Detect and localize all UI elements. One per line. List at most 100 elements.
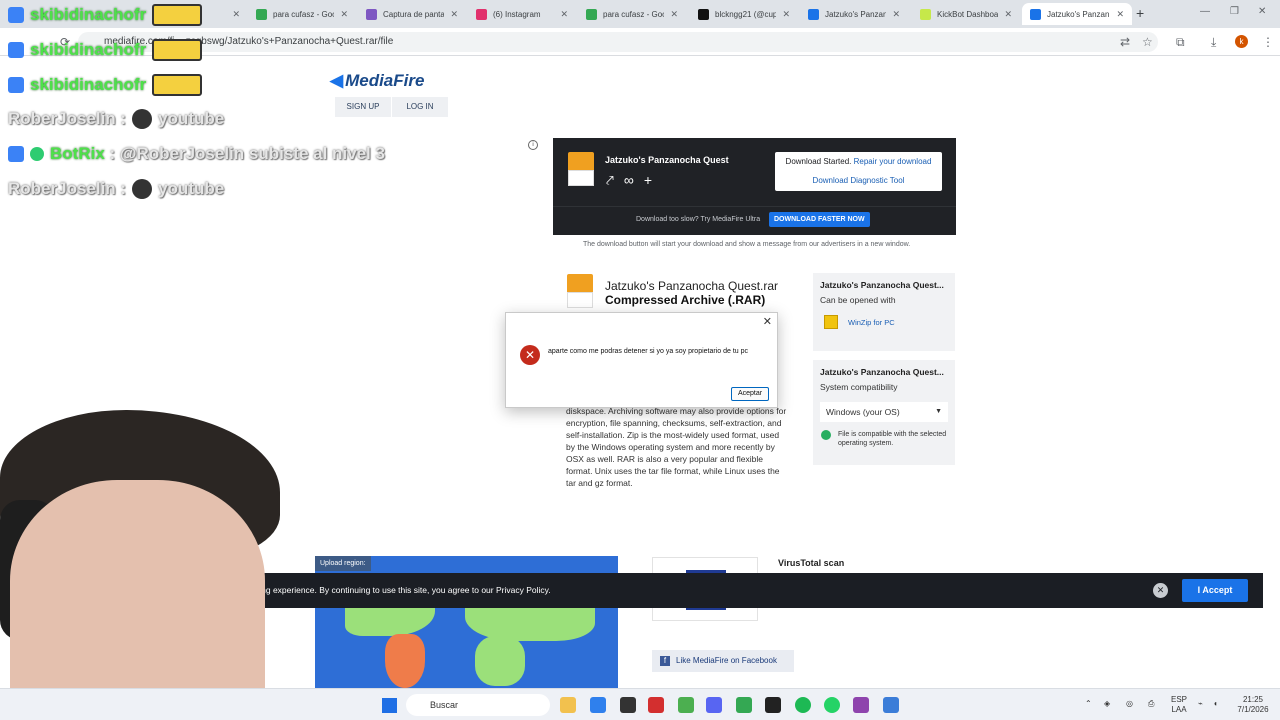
language-indicator[interactable]: ESP LAA: [1168, 695, 1190, 715]
new-tab-icon[interactable]: +: [1136, 5, 1144, 21]
download-file-title: Jatzuko's Panzanocha Quest: [605, 155, 729, 165]
extensions-icon[interactable]: ⧉: [1176, 35, 1185, 50]
tab-close-icon[interactable]: ✕: [782, 9, 790, 20]
tab-close-icon[interactable]: ✕: [340, 9, 348, 20]
tab-close-icon[interactable]: ✕: [670, 9, 678, 20]
repair-download-link[interactable]: Repair your download: [854, 157, 932, 166]
chat-username: skibidinachofr: [30, 5, 147, 24]
login-button[interactable]: LOG IN: [392, 97, 448, 117]
close-window-icon[interactable]: ✕: [1258, 6, 1266, 17]
tab-kickbot[interactable]: KickBot Dashboa ✕: [912, 3, 1020, 25]
tab-close-icon[interactable]: ✕: [232, 9, 240, 20]
minion-emote-icon: [152, 39, 203, 61]
sad-emote-icon: [132, 109, 153, 129]
chat-text: youtube: [158, 109, 225, 128]
chat-username: skibidinachofr: [30, 40, 147, 59]
diagnostic-tool-link[interactable]: Download Diagnostic Tool: [775, 176, 942, 185]
info-icon[interactable]: i: [528, 140, 538, 150]
signup-button[interactable]: SIGN UP: [335, 97, 391, 117]
translate-icon[interactable]: ⇄: [1120, 35, 1130, 49]
tab-close-icon[interactable]: ✕: [560, 9, 568, 20]
chat-message: RoberJoselin : youtube: [8, 109, 225, 129]
chevron-up-icon[interactable]: ⌃: [1085, 699, 1092, 709]
facebook-label: Like MediaFire on Facebook: [676, 656, 777, 665]
download-faster-button[interactable]: DOWNLOAD FASTER NOW: [769, 212, 870, 227]
maximize-icon[interactable]: ❐: [1230, 6, 1239, 17]
chat-username: BotRix: [50, 144, 105, 163]
file-name: Jatzuko's Panzanocha Quest.rar: [605, 279, 779, 293]
tab-instagram[interactable]: (6) Instagram ✕: [468, 3, 576, 25]
os-select-value: Windows (your OS): [826, 407, 900, 417]
tab-sheets-2[interactable]: para cufasz - Goo ✕: [578, 3, 686, 25]
steam-icon[interactable]: [765, 697, 781, 713]
dialog-close-icon[interactable]: ✕: [763, 315, 772, 328]
volume-icon[interactable]: ◖: [1213, 699, 1218, 709]
download-started-text: Download Started.: [785, 157, 852, 166]
taskbar-search[interactable]: Buscar: [406, 694, 550, 716]
tab-x[interactable]: blckngg21 (@cup ✕: [690, 3, 798, 25]
windows-start-icon[interactable]: [382, 698, 397, 713]
cookie-banner: sing experience. By continuing to use th…: [230, 573, 1263, 608]
instagram-icon: [476, 8, 487, 20]
tab-close-icon[interactable]: ✕: [892, 9, 900, 20]
os-select[interactable]: Windows (your OS) ▼: [820, 402, 948, 422]
ethernet-icon[interactable]: ⌁: [1198, 699, 1203, 709]
share-icon[interactable]: ⤤: [606, 172, 614, 188]
mediafire-icon: [808, 8, 819, 20]
cookie-close-icon[interactable]: ✕: [1153, 583, 1168, 598]
chrome-icon[interactable]: [678, 697, 694, 713]
chat-message: skibidinachofr: [8, 74, 203, 96]
microphone-icon[interactable]: ⎙: [1148, 699, 1154, 709]
photos-icon[interactable]: [883, 697, 899, 713]
winrar-icon[interactable]: [853, 697, 869, 713]
edge-icon[interactable]: [590, 697, 606, 713]
network-icon[interactable]: ◎: [1126, 699, 1133, 709]
mediafire-logo[interactable]: ◀ MediaFire: [330, 71, 424, 91]
chrome-profile-icon[interactable]: [736, 697, 752, 713]
zip-file-icon: [567, 274, 593, 308]
webcam-face: [10, 480, 265, 720]
facebook-like-link[interactable]: f Like MediaFire on Facebook: [652, 650, 794, 672]
tab-close-icon[interactable]: ✕: [1004, 9, 1012, 20]
compatibility-card: Jatzuko's Panzanocha Quest... System com…: [813, 360, 955, 465]
wps-icon[interactable]: [648, 697, 664, 713]
tab-screenshot[interactable]: Captura de panta ✕: [358, 3, 466, 25]
store-icon[interactable]: [620, 697, 636, 713]
bookmark-star-icon[interactable]: ☆: [1142, 35, 1153, 49]
file-explorer-icon[interactable]: [560, 697, 576, 713]
open-with-subtitle: Can be opened with: [820, 295, 896, 305]
zip-file-icon: [568, 152, 594, 186]
menu-kebab-icon[interactable]: ⋮: [1262, 35, 1274, 49]
dialog-ok-button[interactable]: Aceptar: [731, 387, 769, 401]
discord-icon[interactable]: [706, 697, 722, 713]
whatsapp-icon[interactable]: [824, 697, 840, 713]
tab-mediafire-active[interactable]: Jatzuko's Panzan ✕: [1022, 3, 1132, 25]
too-slow-text: Download too slow? Try MediaFire Ultra: [636, 216, 761, 223]
chat-username: RoberJoselin: [8, 179, 116, 198]
winzip-link[interactable]: WinZip for PC: [820, 315, 948, 329]
pen-icon: [366, 8, 377, 20]
cookie-accept-button[interactable]: I Accept: [1182, 579, 1248, 602]
clock[interactable]: 21:25 7/1/2026: [1233, 695, 1273, 715]
spotify-icon[interactable]: [795, 697, 811, 713]
profile-avatar[interactable]: k: [1235, 35, 1248, 48]
add-icon[interactable]: +: [644, 172, 652, 188]
copy-link-icon[interactable]: ∞: [624, 172, 634, 188]
chat-text: @RoberJoselin subiste al nivel 3: [119, 144, 385, 163]
facebook-icon: f: [660, 656, 670, 666]
lang-bottom: LAA: [1171, 705, 1187, 714]
tab-sheets-1[interactable]: para cufasz - Goo ✕: [248, 3, 356, 25]
compat-status: File is compatible with the selected ope…: [820, 430, 948, 448]
tab-mediafire-1[interactable]: Jatzuko's Panzan ✕: [800, 3, 908, 25]
tab-close-icon[interactable]: ✕: [1116, 9, 1124, 20]
wifi-icon[interactable]: ◈: [1104, 699, 1110, 709]
tab-title: blckngg21 (@cup: [715, 9, 777, 19]
subscriber-badge-icon: [8, 42, 24, 58]
map-south-america: [385, 634, 425, 688]
tab-title: Jatzuko's Panzan: [825, 9, 887, 19]
tab-close-icon[interactable]: ✕: [450, 9, 458, 20]
download-icon[interactable]: ⤓: [1211, 35, 1216, 50]
chat-message: skibidinachofr: [8, 4, 203, 26]
address-bar[interactable]: mediafire.com/fi... zcgbswg/Jatzuko's+Pa…: [78, 32, 1158, 52]
minimize-icon[interactable]: —: [1200, 6, 1210, 17]
